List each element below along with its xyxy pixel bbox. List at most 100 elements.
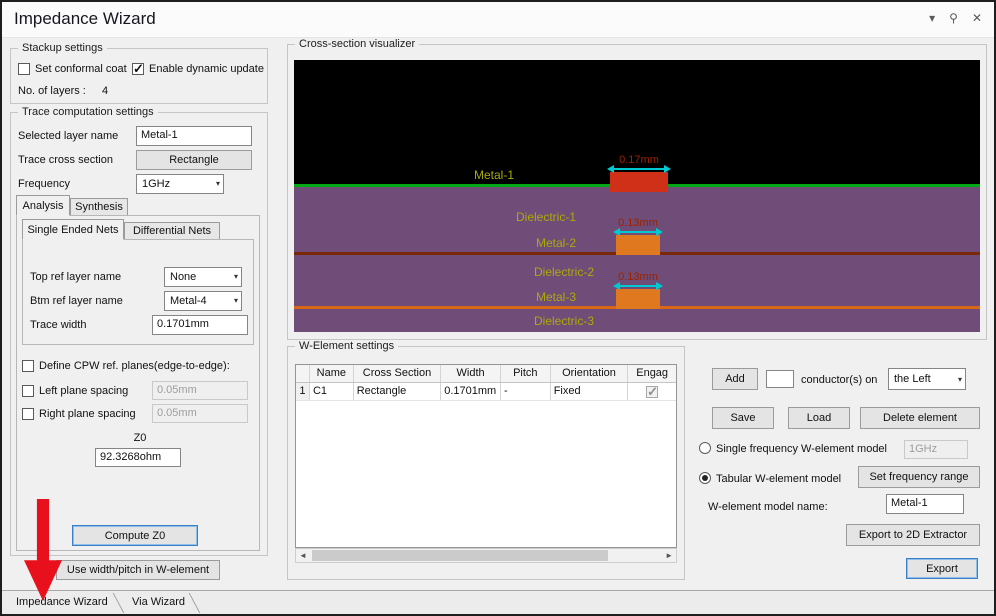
add-button[interactable]: Add bbox=[712, 368, 758, 390]
checkbox-label: Define CPW ref. planes(edge-to-edge): bbox=[39, 360, 230, 372]
save-button[interactable]: Save bbox=[712, 407, 774, 429]
top-ref-select[interactable]: None ▾ bbox=[164, 267, 242, 287]
set-conformal-coat-checkbox[interactable]: Set conformal coat bbox=[18, 63, 127, 75]
cross-section-button[interactable]: Rectangle bbox=[136, 150, 252, 170]
frequency-label: Frequency bbox=[18, 178, 70, 190]
checkbox-label: Right plane spacing bbox=[39, 408, 136, 420]
tab-single-ended-nets[interactable]: Single Ended Nets bbox=[22, 219, 124, 240]
cross-section-canvas: 0.17mm 0.13mm 0.13mm Metal-1 Dielectric-… bbox=[294, 60, 980, 332]
scroll-thumb[interactable] bbox=[312, 550, 608, 561]
side-value: the Left bbox=[894, 373, 931, 385]
checkbox-box bbox=[132, 63, 144, 75]
dielectric-3-label: Dielectric-3 bbox=[534, 314, 594, 328]
model-name-field[interactable]: Metal-1 bbox=[886, 494, 964, 514]
scroll-left-icon[interactable]: ◄ bbox=[299, 551, 307, 560]
row-number-cell: 1 bbox=[296, 383, 310, 400]
welement-table: Name Cross Section Width Pitch Orientati… bbox=[295, 364, 677, 548]
pin-icon[interactable]: ⚲ bbox=[949, 11, 958, 25]
export-2d-extractor-button[interactable]: Export to 2D Extractor bbox=[846, 524, 980, 546]
tab-via-wizard[interactable]: Via Wizard bbox=[132, 596, 185, 608]
stackup-group-label: Stackup settings bbox=[18, 42, 107, 54]
cell-width: 0.1701mm bbox=[441, 383, 501, 400]
bottom-tab-bar: Impedance Wizard Via Wizard bbox=[2, 590, 994, 614]
compute-z0-button[interactable]: Compute Z0 bbox=[72, 525, 198, 546]
tab-impedance-wizard[interactable]: Impedance Wizard bbox=[16, 596, 108, 608]
column-header-orientation[interactable]: Orientation bbox=[551, 365, 629, 382]
btm-ref-value: Metal-4 bbox=[170, 295, 207, 307]
row-number-header bbox=[296, 365, 310, 382]
export-button[interactable]: Export bbox=[906, 558, 978, 579]
tab-separator bbox=[189, 593, 201, 613]
arrow-left-icon bbox=[613, 228, 620, 236]
trace-width-field[interactable]: 0.1701mm bbox=[152, 315, 248, 335]
model-name-label: W-element model name: bbox=[708, 501, 828, 513]
welement-group-label: W-Element settings bbox=[295, 340, 398, 352]
metal-2-trace-rect bbox=[616, 235, 660, 255]
delete-element-button[interactable]: Delete element bbox=[860, 407, 980, 429]
metal-1-width-dimension: 0.17mm bbox=[610, 154, 668, 171]
table-header-row: Name Cross Section Width Pitch Orientati… bbox=[296, 365, 676, 383]
table-row[interactable]: 1 C1 Rectangle 0.1701mm - Fixed bbox=[296, 383, 676, 401]
metal-1-label: Metal-1 bbox=[474, 168, 514, 182]
column-header-name[interactable]: Name bbox=[310, 365, 354, 382]
tab-synthesis[interactable]: Synthesis bbox=[70, 198, 128, 216]
conductors-on-label: conductor(s) on bbox=[801, 374, 877, 386]
cell-cross-section: Rectangle bbox=[354, 383, 442, 400]
arrow-right-icon bbox=[664, 165, 671, 173]
arrow-left-icon bbox=[613, 282, 620, 290]
cpw-ref-planes-checkbox[interactable]: Define CPW ref. planes(edge-to-edge): bbox=[22, 360, 230, 372]
dimension-text: 0.13mm bbox=[618, 271, 658, 283]
tab-differential-nets[interactable]: Differential Nets bbox=[124, 222, 220, 240]
dielectric-2-label: Dielectric-2 bbox=[534, 265, 594, 279]
single-frequency-field: 1GHz bbox=[904, 440, 968, 459]
right-plane-spacing-checkbox[interactable]: Right plane spacing bbox=[22, 408, 136, 420]
set-frequency-range-button[interactable]: Set frequency range bbox=[858, 466, 980, 488]
selected-layer-field[interactable]: Metal-1 bbox=[136, 126, 252, 146]
chevron-down-icon: ▾ bbox=[216, 179, 220, 188]
table-hscrollbar[interactable]: ◄ ► bbox=[295, 548, 677, 563]
impedance-wizard-window: Impedance Wizard ▾ ⚲ ✕ Stackup settings … bbox=[0, 0, 996, 616]
frequency-select[interactable]: 1GHz ▾ bbox=[136, 174, 224, 194]
tab-analysis[interactable]: Analysis bbox=[16, 195, 70, 216]
trace-group-label: Trace computation settings bbox=[18, 106, 158, 118]
side-select[interactable]: the Left ▾ bbox=[888, 368, 966, 390]
use-width-pitch-button[interactable]: Use width/pitch in W-element bbox=[56, 560, 220, 580]
btm-ref-select[interactable]: Metal-4 ▾ bbox=[164, 291, 242, 311]
z0-value-field: 92.3268ohm bbox=[95, 448, 181, 467]
num-layers-value: 4 bbox=[102, 85, 108, 97]
titlebar: Impedance Wizard ▾ ⚲ ✕ bbox=[2, 2, 994, 38]
conductor-count-input[interactable] bbox=[766, 370, 794, 388]
tabular-model-radio[interactable] bbox=[699, 472, 711, 484]
chevron-down-icon: ▾ bbox=[234, 296, 238, 305]
column-header-cross-section[interactable]: Cross Section bbox=[354, 365, 442, 382]
checkbox-box bbox=[22, 385, 34, 397]
chevron-down-icon: ▾ bbox=[234, 272, 238, 281]
metal-3-label: Metal-3 bbox=[536, 290, 576, 304]
left-plane-spacing-checkbox[interactable]: Left plane spacing bbox=[22, 385, 128, 397]
checkbox-label: Enable dynamic update bbox=[149, 63, 264, 75]
z0-label: Z0 bbox=[60, 432, 220, 444]
top-ref-value: None bbox=[170, 271, 196, 283]
metal-2-width-dimension: 0.13mm bbox=[616, 217, 660, 234]
load-button[interactable]: Load bbox=[788, 407, 850, 429]
metal-3-trace-rect bbox=[616, 289, 660, 309]
btm-ref-label: Btm ref layer name bbox=[30, 295, 123, 307]
column-header-engaged[interactable]: Engag bbox=[628, 365, 676, 382]
column-header-width[interactable]: Width bbox=[441, 365, 501, 382]
visualizer-group-label: Cross-section visualizer bbox=[295, 38, 419, 50]
checkbox-box bbox=[22, 408, 34, 420]
single-frequency-label: Single frequency W-element model bbox=[716, 443, 887, 455]
metal-2-label: Metal-2 bbox=[536, 236, 576, 250]
close-icon[interactable]: ✕ bbox=[972, 11, 982, 25]
dielectric-1-label: Dielectric-1 bbox=[516, 210, 576, 224]
enable-dynamic-update-checkbox[interactable]: Enable dynamic update bbox=[132, 63, 264, 75]
cell-pitch: - bbox=[501, 383, 551, 400]
chevron-down-icon: ▾ bbox=[958, 375, 962, 384]
selected-layer-label: Selected layer name bbox=[18, 130, 118, 142]
column-header-pitch[interactable]: Pitch bbox=[501, 365, 551, 382]
checkbox-box bbox=[18, 63, 30, 75]
scroll-right-icon[interactable]: ► bbox=[665, 551, 673, 560]
single-frequency-radio[interactable] bbox=[699, 442, 711, 454]
dropdown-icon[interactable]: ▾ bbox=[929, 11, 935, 25]
checkbox-box bbox=[22, 360, 34, 372]
